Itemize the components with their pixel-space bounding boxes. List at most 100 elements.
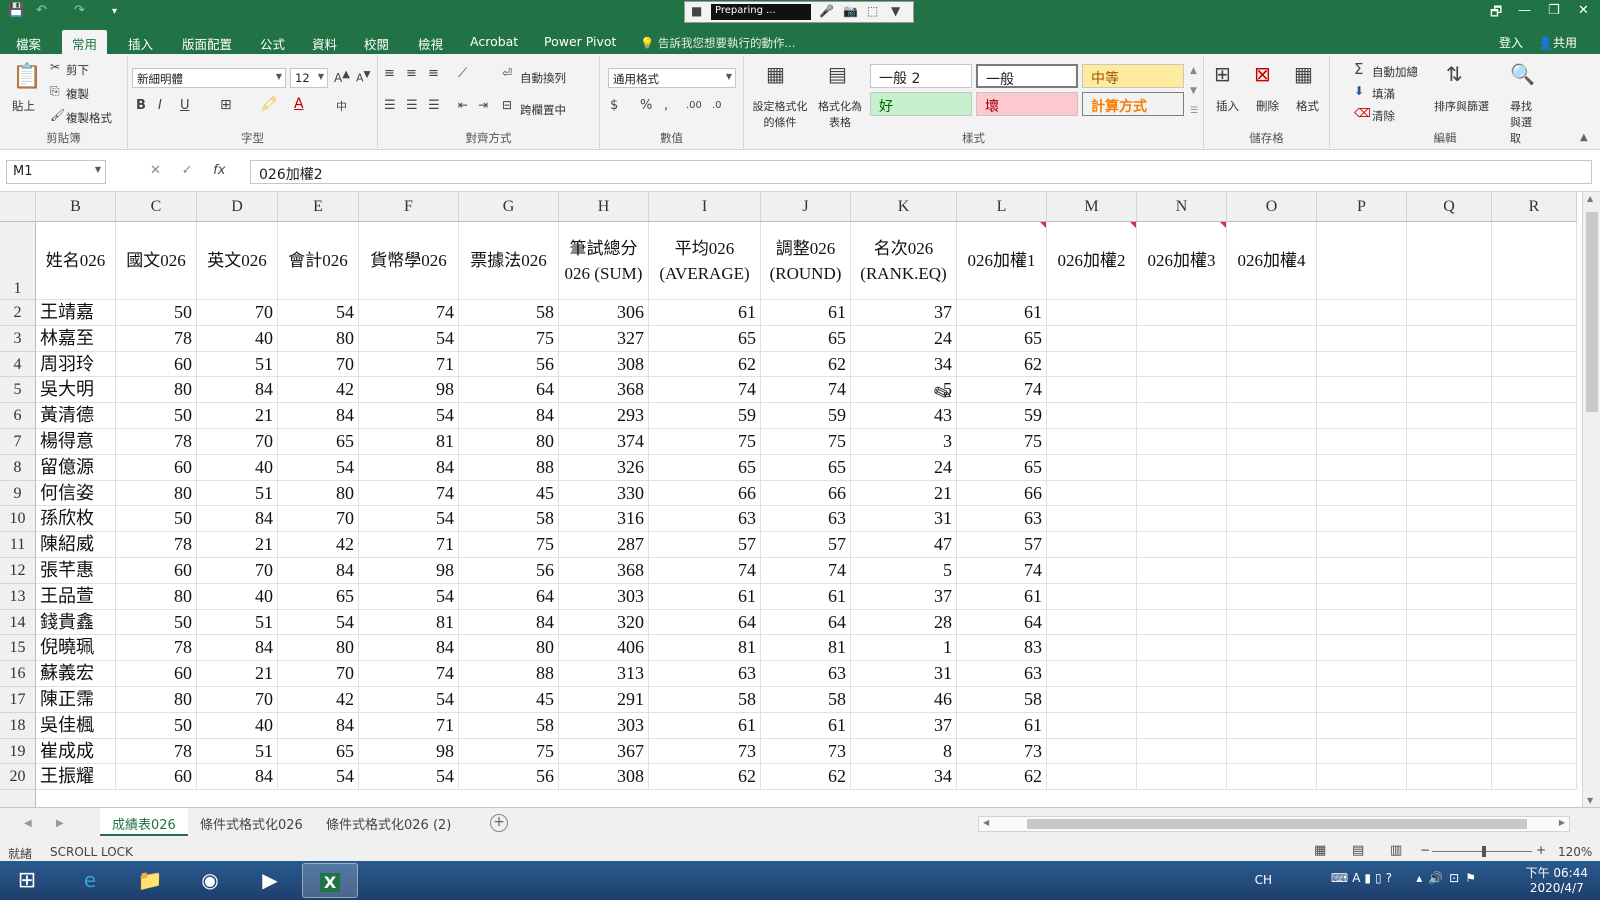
format-cells-button[interactable]: 格式 [1296,98,1319,114]
data-cell[interactable]: 406 [559,635,649,662]
row-header[interactable]: 2 [0,300,36,326]
enter-icon[interactable]: ✓ [182,163,193,178]
column-header[interactable]: P [1317,192,1407,222]
data-cell[interactable]: 50 [116,712,197,739]
mic-icon[interactable]: 🎤 [819,4,834,18]
data-cell[interactable]: 63 [761,661,851,687]
data-cell[interactable] [1492,351,1577,378]
styles-more-icon[interactable]: ☰ [1190,106,1198,116]
italic-icon[interactable]: I [158,98,162,113]
data-cell[interactable]: 61 [649,300,761,326]
normal-view-icon[interactable]: ▦ [1314,843,1326,858]
recorder-menu-icon[interactable]: ▼ [891,4,900,18]
data-cell[interactable] [1492,300,1577,326]
vertical-scrollbar[interactable]: ▲ ▼ [1582,192,1600,807]
data-cell[interactable] [1137,712,1227,739]
data-cell[interactable]: 98 [359,377,459,404]
data-cell[interactable] [1137,300,1227,326]
next-sheet-icon[interactable]: ▶ [56,818,64,829]
align-right-icon[interactable]: ☰ [428,98,440,113]
data-cell[interactable]: 73 [761,738,851,765]
horizontal-scroll-thumb[interactable] [1027,819,1527,829]
tab-acrobat[interactable]: Acrobat [470,34,518,49]
data-cell[interactable]: 78 [116,738,197,765]
data-cell[interactable]: 56 [459,558,559,584]
data-cell[interactable]: 80 [278,325,359,352]
cancel-icon[interactable]: ✕ [150,163,161,178]
data-cell[interactable] [1492,635,1577,662]
data-cell[interactable]: 51 [197,351,278,378]
data-cell[interactable]: 56 [459,351,559,378]
header-cell[interactable]: 026加權2 [1047,222,1137,300]
data-cell[interactable] [1407,712,1492,739]
data-cell[interactable]: 34 [851,351,957,378]
sign-in-link[interactable]: 登入 [1499,34,1523,51]
fill-icon[interactable]: ⬇ [1354,84,1364,98]
data-cell[interactable] [1407,764,1492,791]
data-cell[interactable]: 84 [197,635,278,662]
zoom-slider-thumb[interactable] [1482,846,1486,857]
row-header[interactable]: 19 [0,738,36,765]
tab-home[interactable]: 常用 [62,30,108,54]
data-cell[interactable]: 60 [116,764,197,791]
data-cell[interactable] [1137,454,1227,481]
data-cell[interactable]: 60 [116,454,197,481]
data-cell[interactable]: 84 [359,635,459,662]
data-cell[interactable]: 42 [278,532,359,558]
insert-function-icon[interactable]: fx [213,163,225,178]
data-cell[interactable]: 81 [359,609,459,636]
data-cell[interactable]: 5 [851,558,957,584]
data-cell[interactable]: 42 [278,687,359,713]
data-cell[interactable]: 21 [197,661,278,687]
column-header[interactable]: I [649,192,761,222]
data-cell[interactable]: 58 [649,687,761,713]
data-cell[interactable]: 8 [851,738,957,765]
data-cell[interactable] [1317,377,1407,404]
data-cell[interactable]: 65 [278,738,359,765]
data-cell[interactable] [1227,558,1317,584]
data-cell[interactable] [1227,351,1317,378]
data-cell[interactable] [1047,506,1137,533]
column-header[interactable]: M [1047,192,1137,222]
data-cell[interactable] [1407,480,1492,507]
eraser-icon[interactable]: ⌫ [1354,106,1371,120]
align-left-icon[interactable]: ☰ [384,98,396,113]
header-cell[interactable]: 國文026 [116,222,197,300]
add-sheet-button[interactable]: + [490,814,508,832]
data-cell[interactable]: 291 [559,687,649,713]
data-cell[interactable]: 84 [197,764,278,791]
data-cell[interactable]: 65 [761,454,851,481]
data-cell[interactable] [1317,764,1407,791]
cut-button[interactable]: 剪下 [66,62,89,78]
copy-icon[interactable]: ⎘ [50,84,60,99]
sheet-tab-conditional[interactable]: 條件式格式化026 [188,808,315,836]
row-header[interactable]: 6 [0,403,36,429]
data-cell[interactable]: 31 [851,661,957,687]
data-cell[interactable]: 59 [957,403,1047,429]
data-cell[interactable]: 98 [359,738,459,765]
data-cell[interactable]: 81 [649,635,761,662]
data-cell[interactable]: 70 [197,429,278,455]
data-cell[interactable]: 51 [197,738,278,765]
data-cell[interactable]: 50 [116,506,197,533]
column-header[interactable]: C [116,192,197,222]
header-cell[interactable]: 貨幣學026 [359,222,459,300]
data-cell[interactable]: 308 [559,351,649,378]
data-cell[interactable]: 40 [197,325,278,352]
data-cell[interactable]: 66 [761,480,851,507]
data-cell[interactable] [1227,325,1317,352]
data-cell[interactable]: 51 [197,480,278,507]
data-cell[interactable]: 75 [761,429,851,455]
data-cell[interactable]: 75 [459,738,559,765]
row-header[interactable]: 7 [0,429,36,455]
row-header[interactable]: 18 [0,712,36,739]
data-cell[interactable]: 54 [278,764,359,791]
style-normal[interactable]: 一般 [976,64,1078,88]
header-cell[interactable]: 票據法026 [459,222,559,300]
align-middle-icon[interactable]: ≡ [406,66,417,81]
data-cell[interactable]: 74 [359,480,459,507]
copy-button[interactable]: 複製 [66,86,89,102]
data-cell[interactable]: 84 [459,609,559,636]
data-cell[interactable]: 73 [957,738,1047,765]
data-cell[interactable]: 84 [278,558,359,584]
